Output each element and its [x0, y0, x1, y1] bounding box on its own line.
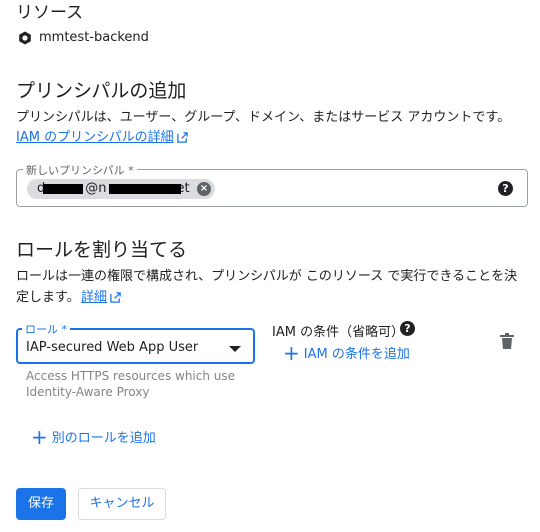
principal-details-link[interactable]: IAM のプリンシパルの詳細 [16, 130, 174, 145]
new-principal-label: 新しいプリンシパル * [23, 162, 137, 178]
delete-icon[interactable] [500, 333, 514, 349]
roles-details-link[interactable]: 詳細 [81, 290, 107, 305]
principal-heading: プリンシパルの追加 [16, 80, 187, 102]
resource-heading: リソース [16, 3, 84, 23]
cancel-button[interactable]: キャンセル [78, 488, 166, 520]
redaction-bar [43, 184, 83, 194]
condition-title: IAM の条件（省略可） [272, 325, 405, 340]
chip-remove-icon[interactable]: × [197, 182, 211, 196]
add-role-label: 別のロールを追加 [51, 431, 156, 446]
help-icon[interactable]: ? [400, 321, 415, 336]
redaction-bar [109, 184, 181, 194]
role-hint-line1: Access HTTPS resources which use [26, 369, 236, 383]
principal-description: プリンシパルは、ユーザー、グループ、ドメイン、またはサービス アカウントです。 [16, 110, 511, 125]
plus-icon: + [31, 424, 48, 449]
dropdown-arrow-icon [229, 346, 241, 352]
principal-chip[interactable]: d @n et × [27, 179, 215, 199]
roles-details-row: 詳細 [81, 287, 121, 308]
principal-details-row: IAM のプリンシパルの詳細 [16, 127, 188, 148]
add-condition-button[interactable]: + IAM の条件を追加 [283, 340, 410, 365]
add-condition-label: IAM の条件を追加 [303, 347, 410, 362]
roles-heading: ロールを割り当てる [16, 239, 188, 261]
add-role-button[interactable]: + 別のロールを追加 [31, 424, 156, 449]
hexagon-icon [19, 31, 31, 44]
plus-icon: + [283, 340, 300, 365]
role-hint-line2: Identity-Aware Proxy [26, 385, 150, 399]
role-label: ロール * [22, 321, 70, 337]
resource-name: mmtest-backend [39, 30, 149, 45]
help-icon[interactable]: ? [498, 181, 513, 196]
role-select-value: IAP-secured Web App User [26, 340, 199, 355]
save-button[interactable]: 保存 [16, 488, 66, 520]
open-in-new-icon [110, 292, 121, 303]
resource-row: mmtest-backend [18, 30, 149, 45]
open-in-new-icon [176, 132, 188, 143]
